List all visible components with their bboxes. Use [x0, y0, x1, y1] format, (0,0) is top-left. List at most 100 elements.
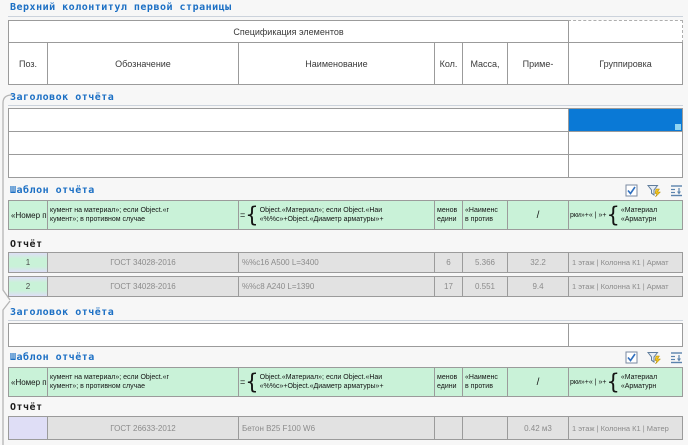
template-cell-mass[interactable]: «Наименс в против — [462, 367, 508, 397]
rollup-rows-icon[interactable] — [670, 351, 683, 364]
template-group-prefix: рки»+« | »+ — [570, 211, 606, 220]
brace-glyph: { — [606, 372, 619, 392]
report-title-label-1: Заголовок отчёта — [10, 92, 114, 103]
spec-title-row: Спецификация элементов — [8, 20, 683, 43]
report-cell-designation: ГОСТ 34028-2016 — [47, 252, 239, 273]
template-toolbar-1 — [625, 184, 683, 197]
spec-header-row: Поз. Обозначение Наименование Кол. Масса… — [8, 42, 683, 85]
template-group-prefix: рки»+« | »+ — [570, 378, 606, 387]
template-cell-mass[interactable]: «Наименс в против — [462, 200, 508, 230]
template-toolbar-2 — [625, 351, 683, 364]
brace-glyph: { — [606, 205, 619, 225]
slash-glyph: / — [537, 377, 540, 388]
band-rule — [8, 105, 683, 106]
template-name-line2: «%%c»+Object.«Диаметр арматуры»+ — [260, 215, 384, 224]
template-cell-group[interactable]: рки»+« | »+ { «Материал «Арматурн — [568, 200, 683, 230]
template-qty-line2: едини — [437, 382, 460, 391]
template-cell-note[interactable]: / — [507, 367, 569, 397]
template-mass-line2: в против — [465, 215, 505, 224]
spec-col-qty[interactable]: Кол. — [434, 42, 463, 85]
checkbox-checked-icon[interactable] — [625, 184, 638, 197]
spec-col-designation[interactable]: Обозначение — [47, 42, 239, 85]
template-pos-text: «Номер п — [11, 378, 47, 387]
template-cell-pos[interactable]: «Номер п — [8, 367, 48, 397]
brace-glyph: { — [245, 372, 258, 392]
spec-col-note[interactable]: Приме- — [507, 42, 569, 85]
report-table-2: ГОСТ 26633-2012 Бетон B25 F100 W6 0.42 м… — [8, 416, 683, 440]
template-qty-line1: менов — [437, 206, 460, 215]
template-mass-line1: «Наименс — [465, 206, 505, 215]
report-row: ГОСТ 26633-2012 Бетон B25 F100 W6 0.42 м… — [8, 416, 683, 440]
template-group-line2: «Арматурн — [621, 382, 657, 391]
title-cell[interactable] — [8, 154, 569, 178]
report-cell-mass — [462, 416, 508, 440]
template-cell-name[interactable]: = { Object.«Материал»; если Object.«Наи … — [238, 200, 435, 230]
title-row — [8, 131, 683, 155]
report-cell-note: 9.4 — [507, 276, 569, 297]
template-name-line2: «%%c»+Object.«Диаметр арматуры»+ — [260, 382, 384, 391]
template-cell-note[interactable]: / — [507, 200, 569, 230]
template-cell-name[interactable]: = { Object.«Материал»; если Object.«Наи … — [238, 367, 435, 397]
spec-col-name[interactable]: Наименование — [238, 42, 435, 85]
template-cell-qty[interactable]: менов едини — [434, 200, 463, 230]
rollup-rows-icon[interactable] — [670, 184, 683, 197]
report-cell-group: 1 этаж | Колонна К1 | Армат — [568, 252, 683, 273]
report-cell-mass: 5.366 — [462, 252, 508, 273]
report-cell-note: 0.42 м3 — [507, 416, 569, 440]
report-cell-note: 32.2 — [507, 252, 569, 273]
template-designation-line1: кумент на материал»; если Object.«г — [50, 206, 236, 215]
report-cell-qty — [434, 416, 463, 440]
report-cell-designation: ГОСТ 26633-2012 — [47, 416, 239, 440]
template-group-line1: «Материал — [621, 373, 657, 382]
selected-cell[interactable] — [568, 108, 683, 132]
template-designation-line2: кумент»; в противном случае — [50, 215, 236, 224]
band-label-page-header: Верхний колонтитул первой страницы — [10, 2, 232, 13]
title-cell[interactable] — [8, 108, 569, 132]
template-cell-designation[interactable]: кумент на материал»; если Object.«г куме… — [47, 367, 239, 397]
template-table-1: «Номер п кумент на материал»; если Objec… — [8, 200, 683, 230]
title-cell[interactable] — [568, 154, 683, 178]
template-cell-pos[interactable]: «Номер п — [8, 200, 48, 230]
spec-extra-cell[interactable] — [568, 20, 683, 43]
template-table-2: «Номер п кумент на материал»; если Objec… — [8, 367, 683, 397]
title-cell[interactable] — [8, 131, 569, 155]
band-label-template-1: Шаблон отчёта — [10, 185, 95, 196]
page-header-label: Верхний колонтитул первой страницы — [10, 2, 232, 13]
title-row — [8, 323, 683, 347]
report-cell-designation: ГОСТ 34028-2016 — [47, 276, 239, 297]
report-cell-qty: 17 — [434, 276, 463, 297]
band-label-report-1: Отчёт — [10, 239, 43, 250]
spec-col-pos[interactable]: Поз. — [8, 42, 48, 85]
template-mass-line2: в против — [465, 382, 505, 391]
report-cell-pos — [8, 416, 48, 440]
report-row-1: 1 ГОСТ 34028-2016 %%c16 A500 L=3400 6 5.… — [8, 252, 683, 273]
template-cell-group[interactable]: рки»+« | »+ { «Материал «Арматурн — [568, 367, 683, 397]
report-title-label-2: Заголовок отчёта — [10, 307, 114, 318]
selection-handle[interactable] — [675, 124, 681, 130]
title-row — [8, 154, 683, 178]
report-table-1: 1 ГОСТ 34028-2016 %%c16 A500 L=3400 6 5.… — [8, 252, 683, 297]
spec-col-group[interactable]: Группировка — [568, 42, 683, 85]
title-cell[interactable] — [568, 323, 683, 347]
template-qty-line2: едини — [437, 215, 460, 224]
report-cell-pos: 1 — [8, 252, 48, 273]
template-cell-designation[interactable]: кумент на материал»; если Object.«г куме… — [47, 200, 239, 230]
title-cell[interactable] — [8, 323, 569, 347]
report-cell-name: %%c16 A500 L=3400 — [238, 252, 435, 273]
spec-table: Спецификация элементов Поз. Обозначение … — [8, 20, 683, 85]
template-designation-line2: кумент»; в противном случае — [50, 382, 236, 391]
template-row: «Номер п кумент на материал»; если Objec… — [8, 200, 683, 230]
filter-flash-icon[interactable] — [647, 351, 661, 364]
report-cell-name: Бетон B25 F100 W6 — [238, 416, 435, 440]
title-row — [8, 108, 683, 132]
report-title-table-1 — [8, 108, 683, 178]
template-cell-qty[interactable]: менов едини — [434, 367, 463, 397]
checkbox-checked-icon[interactable] — [625, 351, 638, 364]
report-template-editor: Верхний колонтитул первой страницы Специ… — [0, 0, 688, 445]
filter-flash-icon[interactable] — [647, 184, 661, 197]
spec-title-cell[interactable]: Спецификация элементов — [8, 20, 569, 43]
report-cell-group: 1 этаж | Колонна К1 | Матер — [568, 416, 683, 440]
title-cell[interactable] — [568, 131, 683, 155]
spec-col-mass[interactable]: Масса, — [462, 42, 508, 85]
report-cell-qty: 6 — [434, 252, 463, 273]
